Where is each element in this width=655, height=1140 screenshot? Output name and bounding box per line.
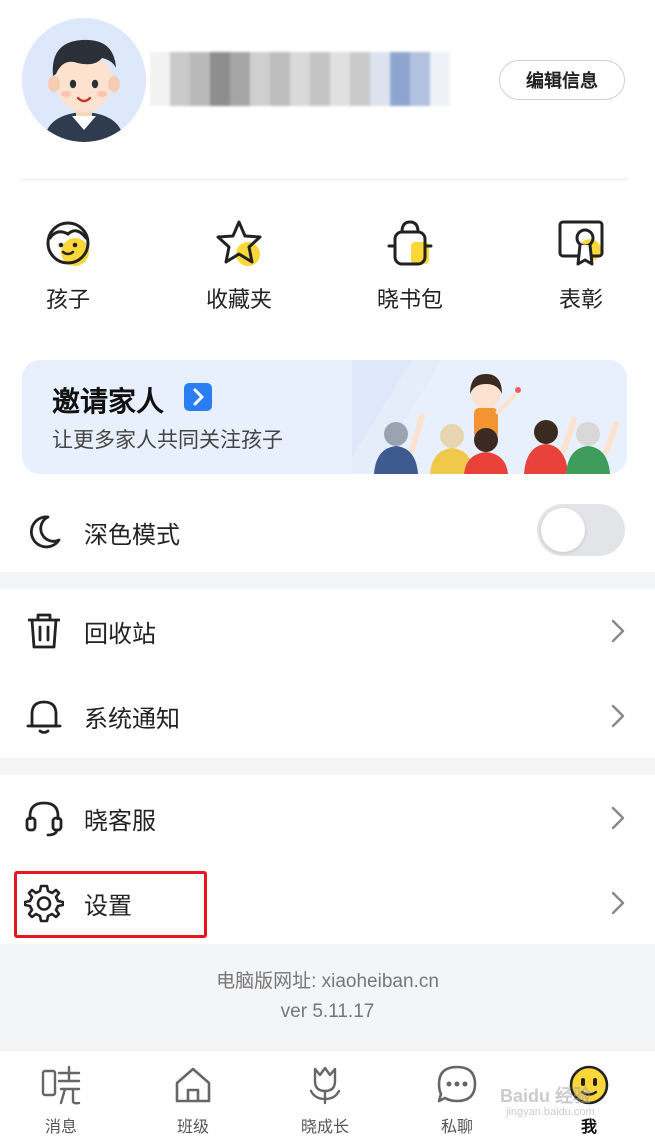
tab-messages[interactable]: 消息	[6, 1063, 116, 1137]
blur-block	[410, 52, 430, 106]
blur-block	[310, 52, 330, 106]
blur-block	[390, 52, 410, 106]
system-notification-label: 系统通知	[84, 705, 180, 733]
blur-block	[270, 52, 290, 106]
web-url-text: 电脑版网址: xiaoheiban.cn	[216, 971, 439, 992]
chevron-right-icon	[611, 891, 625, 915]
blur-block	[370, 52, 390, 106]
baidu-watermark: Baidu 经验	[500, 1086, 592, 1106]
tulip-icon	[309, 1066, 341, 1105]
tab-class[interactable]: 班级	[138, 1063, 248, 1137]
blurred-username	[150, 52, 450, 106]
trash-icon	[28, 613, 60, 649]
chat-bubble-icon	[437, 1065, 477, 1103]
home-icon	[175, 1067, 211, 1103]
schoolbag-icon	[387, 220, 433, 266]
star-icon	[216, 220, 262, 266]
user-avatar[interactable]	[22, 18, 146, 142]
quick-action-label: 孩子	[45, 287, 90, 312]
baidu-watermark-url: jingyan.baidu.com	[506, 1106, 595, 1118]
tab-label: 消息	[44, 1119, 77, 1136]
recycle-bin-label: 回收站	[84, 620, 156, 648]
blur-block	[190, 52, 210, 106]
chevron-right-icon	[611, 704, 625, 728]
footer-info: 电脑版网址: xiaoheiban.cn ver 5.11.17	[0, 944, 655, 1050]
tab-label: 晓成长	[300, 1119, 349, 1136]
quick-action-child[interactable]: 孩子	[13, 216, 123, 314]
boy-avatar-icon	[22, 18, 146, 142]
tab-label: 私聊	[440, 1119, 473, 1136]
chevron-right-icon	[184, 383, 212, 411]
chevron-right-icon	[611, 806, 625, 830]
headset-icon	[25, 801, 63, 837]
blur-block	[170, 52, 190, 106]
moon-icon	[29, 515, 61, 549]
section-separator	[0, 758, 655, 775]
quick-action-label: 表彰	[558, 287, 603, 312]
tab-private-chat[interactable]: 私聊	[402, 1063, 512, 1137]
child-face-icon	[46, 221, 90, 266]
tab-growth[interactable]: 晓成长	[270, 1063, 380, 1137]
certificate-icon	[558, 220, 604, 266]
blur-block	[150, 52, 170, 106]
blur-block	[230, 52, 250, 106]
blur-block	[430, 52, 450, 106]
section-separator	[0, 572, 655, 589]
quick-action-favorites[interactable]: 收藏夹	[184, 216, 294, 314]
toggle-knob	[541, 508, 585, 552]
quick-action-label: 晓书包	[376, 287, 443, 312]
chevron-right-icon	[611, 619, 625, 643]
blur-block	[250, 52, 270, 106]
invite-title: 邀请家人	[52, 386, 165, 417]
blur-block	[350, 52, 370, 106]
dark-mode-toggle[interactable]	[537, 504, 625, 556]
blur-block	[330, 52, 350, 106]
family-illustration	[352, 360, 619, 474]
bell-icon	[26, 700, 62, 734]
invite-family-banner[interactable]: 邀请家人 让更多家人共同关注孩子	[22, 360, 627, 474]
system-notification-row[interactable]: 系统通知	[0, 674, 655, 758]
recycle-bin-row[interactable]: 回收站	[0, 589, 655, 673]
quick-action-label: 收藏夹	[205, 287, 272, 312]
dark-mode-label: 深色模式	[84, 521, 180, 549]
customer-service-label: 晓客服	[84, 807, 156, 835]
customer-service-row[interactable]: 晓客服	[0, 776, 655, 860]
quick-action-schoolbag[interactable]: 晓书包	[355, 216, 465, 314]
edit-info-button[interactable]: 编辑信息	[499, 60, 625, 100]
blur-block	[290, 52, 310, 106]
settings-highlight-box	[14, 871, 207, 938]
tab-label: 班级	[176, 1119, 209, 1136]
quick-action-awards[interactable]: 表彰	[526, 216, 636, 314]
version-text: ver 5.11.17	[280, 1001, 375, 1022]
invite-subtitle: 让更多家人共同关注孩子	[52, 429, 283, 452]
divider	[22, 179, 628, 180]
blur-block	[210, 52, 230, 106]
xiao-icon	[41, 1065, 81, 1105]
